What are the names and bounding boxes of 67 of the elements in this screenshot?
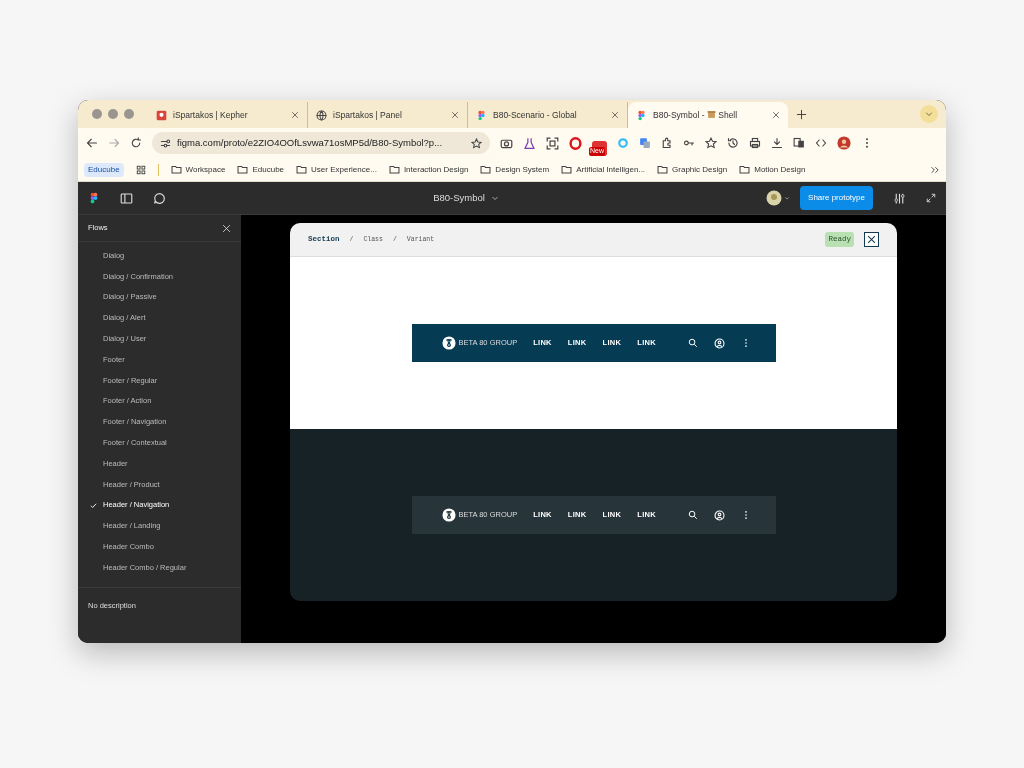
flask-icon[interactable] bbox=[523, 136, 536, 150]
sidebar-toggle-icon[interactable] bbox=[120, 191, 133, 205]
bookmark-link[interactable]: Graphic Design bbox=[672, 163, 728, 176]
search-icon[interactable] bbox=[687, 338, 698, 348]
bookmark-link[interactable]: Motion Design bbox=[754, 163, 806, 176]
caret-icon[interactable] bbox=[784, 195, 791, 201]
close-icon[interactable] bbox=[772, 111, 780, 119]
star-icon[interactable] bbox=[471, 137, 482, 149]
close-icon bbox=[867, 235, 876, 244]
bookmark-link[interactable]: Artificial Intelligen... bbox=[576, 163, 646, 176]
file-title[interactable]: B80-Symbol bbox=[433, 190, 485, 206]
figma-icon bbox=[636, 109, 647, 121]
brand-logo-icon[interactable] bbox=[441, 336, 456, 350]
bookmark-link[interactable]: Educube bbox=[252, 163, 285, 176]
new-tab-icon[interactable] bbox=[796, 109, 807, 120]
close-button[interactable] bbox=[864, 232, 879, 247]
close-icon[interactable] bbox=[291, 111, 299, 119]
comment-icon[interactable] bbox=[153, 191, 166, 205]
search-icon[interactable] bbox=[687, 510, 698, 520]
check-icon bbox=[90, 501, 97, 509]
download-icon[interactable] bbox=[771, 137, 783, 149]
globe-icon bbox=[316, 109, 327, 121]
puzzle-icon[interactable] bbox=[661, 137, 673, 149]
folder-icon[interactable] bbox=[480, 164, 492, 175]
bookmark-chip[interactable]: Educube bbox=[84, 162, 124, 177]
box-icon bbox=[706, 109, 716, 119]
expand-icon[interactable] bbox=[926, 193, 936, 203]
figma-logo-icon[interactable] bbox=[88, 192, 100, 204]
bookmark-link[interactable]: Design System bbox=[495, 163, 550, 176]
code-icon[interactable] bbox=[815, 137, 827, 149]
close-icon[interactable] bbox=[611, 111, 619, 119]
folder-icon[interactable] bbox=[657, 164, 669, 175]
close-icon[interactable] bbox=[451, 111, 459, 119]
avatar-icon[interactable] bbox=[837, 136, 851, 150]
history-icon[interactable] bbox=[727, 137, 739, 149]
folder-icon[interactable] bbox=[237, 164, 249, 175]
chevron-down-icon[interactable] bbox=[490, 194, 499, 202]
bookmark-link[interactable]: Workspace bbox=[185, 163, 226, 176]
app-favicon-icon bbox=[156, 109, 167, 121]
folder-icon[interactable] bbox=[561, 164, 573, 175]
brand-logo-icon[interactable] bbox=[441, 508, 456, 522]
account-icon[interactable] bbox=[713, 509, 725, 521]
translate-icon[interactable] bbox=[639, 137, 651, 149]
folder-icon[interactable] bbox=[739, 164, 751, 175]
apps-grid-icon[interactable] bbox=[135, 164, 146, 175]
folder-icon[interactable] bbox=[388, 164, 400, 175]
address-bar[interactable]: figma.com/proto/e2ZIO4OOfLsvwa71osMP5d/B80-Symbol?p... bbox=[152, 132, 490, 154]
translate-page-icon[interactable] bbox=[793, 137, 805, 149]
folder-icon[interactable] bbox=[296, 164, 308, 175]
star-list-icon[interactable] bbox=[705, 137, 717, 149]
site-settings-icon bbox=[160, 137, 171, 149]
chevron-down-icon bbox=[925, 110, 933, 118]
print-icon[interactable] bbox=[749, 137, 761, 149]
bookmark-link[interactable]: User Experience... bbox=[311, 163, 377, 176]
figma-icon bbox=[476, 109, 487, 121]
screenshot-icon[interactable] bbox=[546, 136, 559, 150]
account-icon[interactable] bbox=[713, 337, 725, 349]
back-icon[interactable] bbox=[86, 137, 98, 149]
browser-tab[interactable]: B80-Symbol - Shell bbox=[628, 102, 788, 128]
settings-sliders-icon[interactable] bbox=[893, 191, 906, 205]
bookmark-link[interactable]: Interaction Design bbox=[403, 163, 469, 176]
more-bookmarks-icon[interactable] bbox=[930, 164, 940, 175]
reload-icon[interactable] bbox=[130, 137, 142, 149]
share-prototype-button[interactable]: Share prototype bbox=[800, 186, 873, 210]
avatar-icon[interactable] bbox=[766, 190, 783, 206]
opera-icon[interactable] bbox=[569, 136, 582, 150]
folder-icon[interactable] bbox=[170, 164, 182, 175]
